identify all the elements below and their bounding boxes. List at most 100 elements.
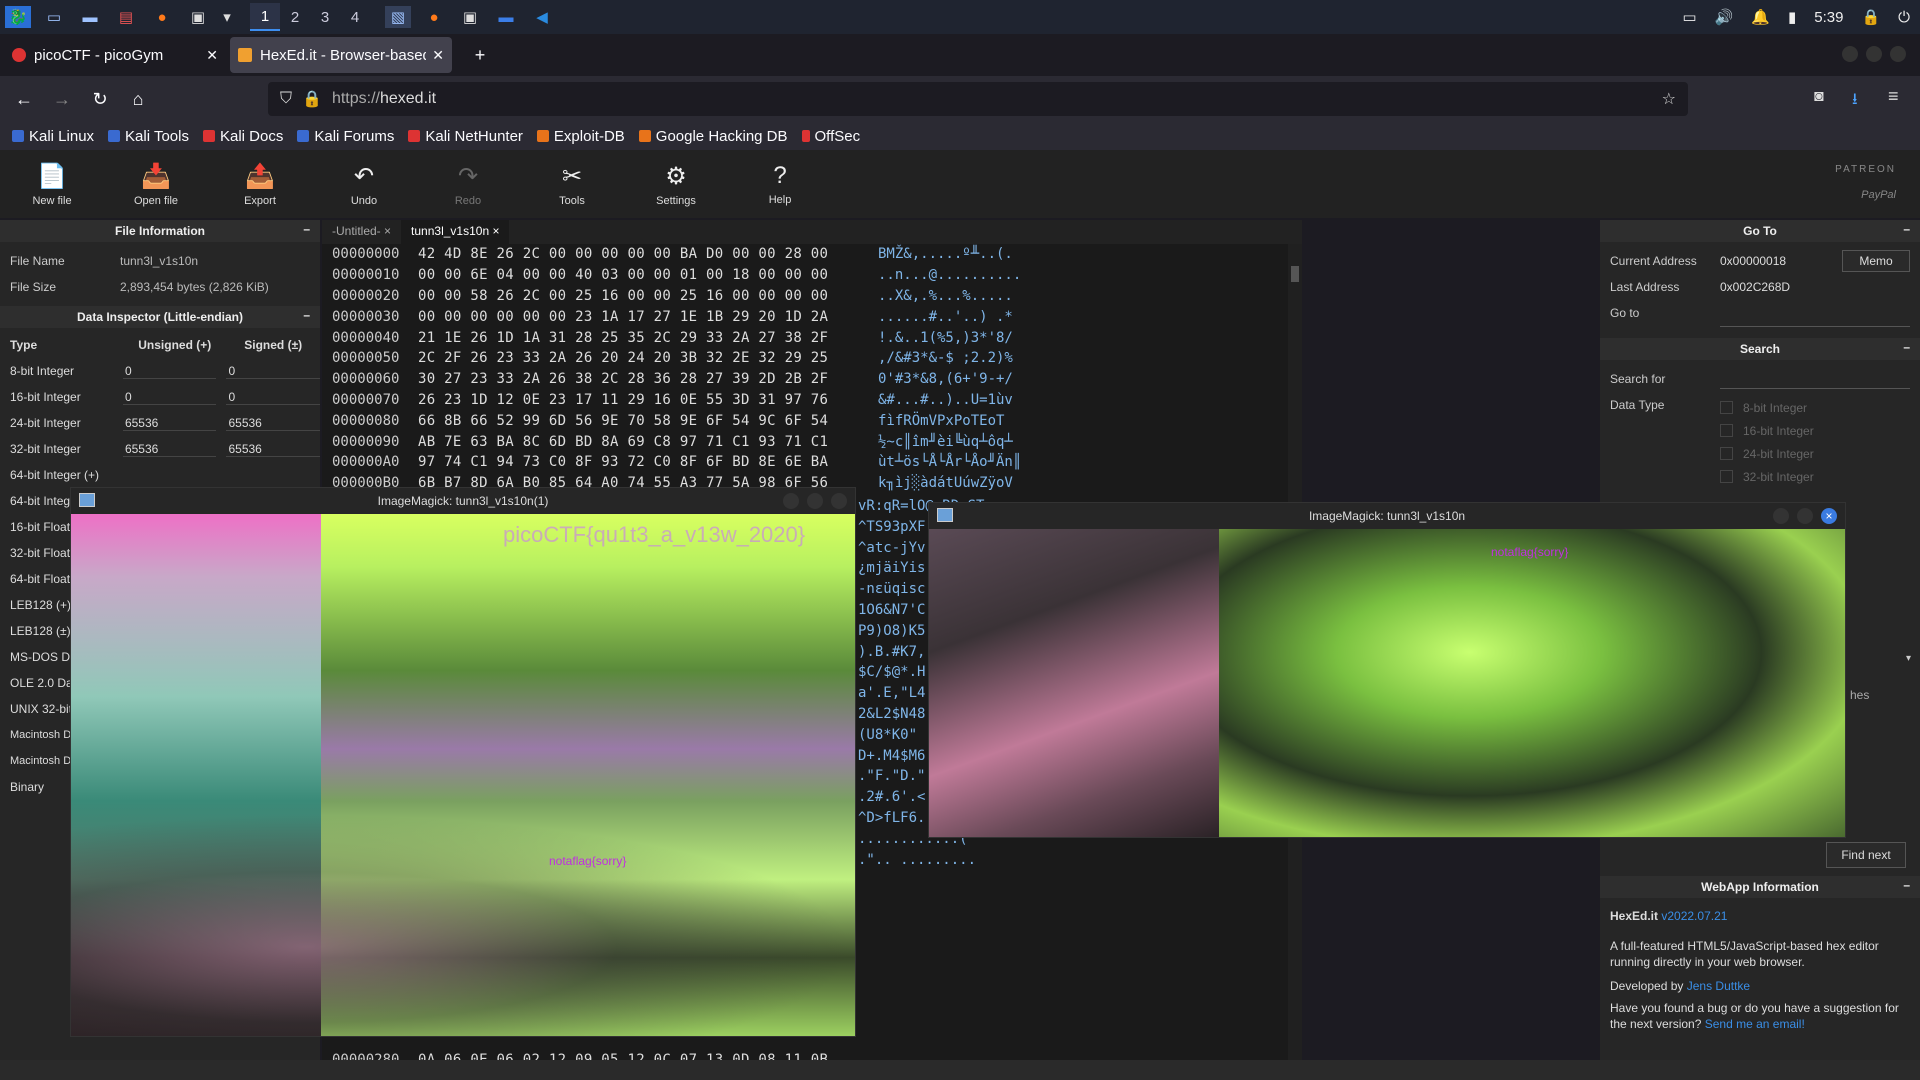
power-icon[interactable]: ⏻ xyxy=(1898,9,1910,26)
checkbox[interactable] xyxy=(1720,424,1733,437)
data-type-32bit[interactable]: 32-bit Integer xyxy=(1600,465,1920,488)
reload-icon[interactable]: ↻ xyxy=(82,81,118,117)
open-file-button[interactable]: 📥 Open file xyxy=(104,150,208,218)
minimize-button[interactable] xyxy=(1842,46,1858,62)
bookmark-star-icon[interactable]: ☆ xyxy=(1662,89,1676,109)
ascii-text[interactable]: ......#..'..) .* xyxy=(864,309,1013,325)
bookmark-kali-tools[interactable]: Kali Tools xyxy=(108,128,189,145)
email-link[interactable]: Send me an email! xyxy=(1705,1017,1805,1031)
close-window-button[interactable] xyxy=(831,493,847,509)
hex-row[interactable]: 00000040 21 1E 26 1D 1A 31 28 25 35 2C 29… xyxy=(322,327,1302,348)
hex-row[interactable]: 00000050 2C 2F 26 23 33 2A 26 20 24 20 3B… xyxy=(322,348,1302,369)
unsigned-value[interactable]: 0 xyxy=(122,390,217,405)
data-type-24bit[interactable]: 24-bit Integer xyxy=(1600,442,1920,465)
home-icon[interactable]: ⌂ xyxy=(120,81,156,117)
chevron-down-icon[interactable]: ▾ xyxy=(221,6,233,28)
window-titlebar[interactable]: ImageMagick: tunn3l_v1s10n × xyxy=(929,503,1845,529)
collapse-icon[interactable]: – xyxy=(303,222,310,236)
forward-icon[interactable]: → xyxy=(44,81,80,117)
ascii-text[interactable]: ..n...@.......... xyxy=(864,267,1021,283)
bookmark-kali-nethunter[interactable]: Kali NetHunter xyxy=(408,128,523,145)
volume-icon[interactable]: 🔊 xyxy=(1715,8,1734,26)
signed-value[interactable]: 0 xyxy=(226,364,321,379)
hex-row[interactable]: 00000070 26 23 1D 12 0E 23 17 11 29 16 0E… xyxy=(322,390,1302,411)
new-tab-icon[interactable]: + xyxy=(462,37,498,73)
new-file-button[interactable]: 📄 New file xyxy=(0,150,104,218)
firefox-icon[interactable]: ● xyxy=(149,6,175,28)
hex-row[interactable]: 00000020 00 00 58 26 2C 00 25 16 00 00 25… xyxy=(322,286,1302,307)
hex-row[interactable]: 00000000 42 4D 8E 26 2C 00 00 00 00 00 BA… xyxy=(322,244,1302,265)
folder-task-icon[interactable]: ▬ xyxy=(493,6,519,28)
signed-value[interactable]: 65536 xyxy=(226,442,321,457)
hex-bytes[interactable]: 30 27 23 33 2A 26 38 2C 28 36 28 27 39 2… xyxy=(418,371,864,387)
shield-icon[interactable]: ⛉ xyxy=(280,90,292,108)
menu-icon[interactable]: ≡ xyxy=(1888,86,1899,107)
close-window-button[interactable] xyxy=(1890,46,1906,62)
collapse-icon[interactable]: – xyxy=(303,308,310,322)
signed-value[interactable]: 65536 xyxy=(226,416,321,431)
imagemagick-window-2[interactable]: ImageMagick: tunn3l_v1s10n × notaflag{so… xyxy=(928,502,1846,838)
hex-bytes[interactable]: 00 00 6E 04 00 00 40 03 00 00 01 00 18 0… xyxy=(418,267,864,283)
window-titlebar[interactable]: ImageMagick: tunn3l_v1s10n(1) xyxy=(71,488,855,514)
search-input[interactable] xyxy=(1720,369,1910,389)
terminal-icon[interactable]: ▣ xyxy=(185,6,211,28)
ascii-text[interactable]: k╖ìj░àdátUúwZÿoV xyxy=(864,475,1013,491)
url-bar[interactable]: ⛉ 🔒 https://hexed.it ☆ xyxy=(268,82,1688,116)
hex-bytes[interactable]: 26 23 1D 12 0E 23 17 11 29 16 0E 55 3D 3… xyxy=(418,392,864,408)
hex-bytes[interactable]: 97 74 C1 94 73 C0 8F 93 72 C0 8F 6F BD 8… xyxy=(418,454,864,470)
file-info-header[interactable]: File Information – xyxy=(0,220,320,242)
close-icon[interactable]: × xyxy=(492,224,499,238)
workspace-2[interactable]: 2 xyxy=(280,3,310,31)
tab-tunn3l[interactable]: tunn3l_v1s10n × xyxy=(401,220,510,244)
files-icon[interactable]: ▬ xyxy=(77,6,103,28)
app-version[interactable]: v2022.07.21 xyxy=(1661,909,1727,923)
data-type-16bit[interactable]: 16-bit Integer xyxy=(1600,419,1920,442)
text-editor-icon[interactable]: ▤ xyxy=(113,6,139,28)
bookmark-exploit-db[interactable]: Exploit-DB xyxy=(536,128,625,145)
bookmark-kali-linux[interactable]: Kali Linux xyxy=(12,128,94,145)
ascii-text[interactable]: ùt┴ös└Å└År└Åo╜Än║ xyxy=(864,454,1021,470)
checkbox[interactable] xyxy=(1720,447,1733,460)
clock[interactable]: 5:39 xyxy=(1814,9,1843,26)
minimize-button[interactable] xyxy=(1773,508,1789,524)
hex-bytes[interactable]: 00 00 58 26 2C 00 25 16 00 00 25 16 00 0… xyxy=(418,288,864,304)
tools-button[interactable]: ✂ Tools xyxy=(520,150,624,218)
bookmark-google-hacking-db[interactable]: Google Hacking DB xyxy=(638,128,788,145)
hex-bytes[interactable]: 42 4D 8E 26 2C 00 00 00 00 00 BA D0 00 0… xyxy=(418,246,864,262)
terminal-task-icon[interactable]: ▣ xyxy=(457,6,483,28)
maximize-button[interactable] xyxy=(807,493,823,509)
dropdown-select[interactable]: ▾ xyxy=(1906,653,1916,677)
hex-bytes[interactable]: AB 7E 63 BA 8C 6D BD 8A 69 C8 97 71 C1 9… xyxy=(418,434,864,450)
ascii-text[interactable]: BMŽ&,.....º╨..(. xyxy=(864,246,1013,262)
hex-row[interactable]: 00000080 66 8B 66 52 99 6D 56 9E 70 58 9E… xyxy=(322,410,1302,431)
minimize-button[interactable] xyxy=(783,493,799,509)
close-icon[interactable]: ✕ xyxy=(432,47,444,64)
collapse-icon[interactable]: – xyxy=(1903,878,1910,892)
help-button[interactable]: ? Help xyxy=(728,150,832,218)
collapse-icon[interactable]: – xyxy=(1903,222,1910,236)
maximize-button[interactable] xyxy=(1866,46,1882,62)
undo-button[interactable]: ↶ Undo xyxy=(312,150,416,218)
tab-hexedit[interactable]: HexEd.it - Browser-based ✕ xyxy=(230,37,452,73)
downloads-icon[interactable]: ⭳ xyxy=(1852,88,1858,115)
workspace-4[interactable]: 4 xyxy=(340,3,370,31)
hex-row[interactable]: 00000060 30 27 23 33 2A 26 38 2C 28 36 28… xyxy=(322,369,1302,390)
export-button[interactable]: 📤 Export xyxy=(208,150,312,218)
desktop-icon[interactable]: ▭ xyxy=(41,6,67,28)
hex-bytes[interactable]: 21 1E 26 1D 1A 31 28 25 35 2C 29 33 2A 2… xyxy=(418,330,864,346)
memo-button[interactable]: Memo xyxy=(1842,250,1910,272)
back-icon[interactable]: ← xyxy=(6,81,42,117)
ascii-text[interactable]: !.&..1(%5,)3*'8/ xyxy=(864,330,1013,346)
ascii-text[interactable]: ½~c║îm╜èi╚ùq┴ôq┴ xyxy=(864,434,1013,450)
maximize-button[interactable] xyxy=(1797,508,1813,524)
imagemagick-task-icon[interactable]: ▧ xyxy=(385,6,411,28)
redo-button[interactable]: ↷ Redo xyxy=(416,150,520,218)
find-next-button[interactable]: Find next xyxy=(1826,842,1906,868)
data-inspector-header[interactable]: Data Inspector (Little-endian) – xyxy=(0,306,320,328)
hex-bytes[interactable]: 2C 2F 26 23 33 2A 26 20 24 20 3B 32 2E 3… xyxy=(418,350,864,366)
search-header[interactable]: Search – xyxy=(1600,338,1920,360)
unsigned-value[interactable]: 65536 xyxy=(122,442,217,457)
webapp-info-header[interactable]: WebApp Information – xyxy=(1600,876,1920,898)
hex-row[interactable]: 00000010 00 00 6E 04 00 00 40 03 00 00 01… xyxy=(322,265,1302,286)
lock-icon[interactable]: 🔒 xyxy=(302,89,322,109)
